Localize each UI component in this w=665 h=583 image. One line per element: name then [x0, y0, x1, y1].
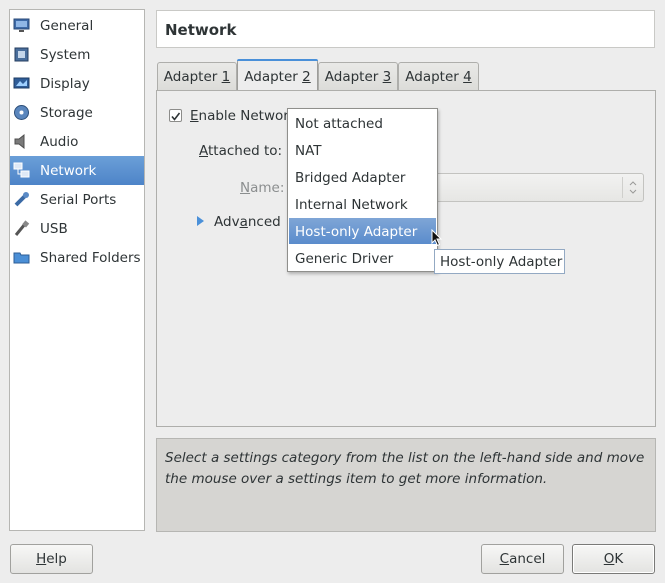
- tab-mnemonic: 4: [463, 69, 472, 85]
- button-mnemonic: O: [603, 551, 615, 567]
- sidebar-item-label: Display: [40, 75, 90, 92]
- tab-label: Adapter: [244, 69, 303, 85]
- info-line-2: the mouse over a settings item to get mo…: [165, 471, 548, 487]
- sidebar-item-usb[interactable]: USB: [10, 214, 144, 243]
- attached-to-dropdown-menu[interactable]: Not attached NAT Bridged Adapter Interna…: [287, 108, 438, 272]
- option-bridged-adapter[interactable]: Bridged Adapter: [289, 164, 436, 190]
- button-label: K: [614, 551, 624, 567]
- label-mnemonic: A: [199, 143, 208, 159]
- sidebar-item-serial-ports[interactable]: Serial Ports: [10, 185, 144, 214]
- tab-mnemonic: 3: [382, 69, 392, 85]
- advanced-expander-icon[interactable]: [196, 215, 206, 231]
- label-mnemonic: N: [240, 180, 251, 196]
- option-not-attached[interactable]: Not attached: [289, 110, 436, 136]
- button-label: elp: [46, 551, 67, 567]
- folder-icon: [13, 249, 30, 266]
- tab-adapter-4[interactable]: Adapter 4: [398, 62, 479, 90]
- name-label: Name:: [240, 180, 284, 196]
- attached-to-label: Attached to:: [199, 143, 282, 159]
- label-rest: nced: [247, 214, 281, 230]
- sidebar-item-label: Shared Folders: [40, 249, 141, 266]
- tab-adapter-3[interactable]: Adapter 3: [318, 62, 398, 90]
- label-rest: nable Networ: [198, 108, 289, 124]
- chip-icon: [13, 46, 30, 63]
- tab-adapter-2[interactable]: Adapter 2: [237, 59, 318, 91]
- option-nat[interactable]: NAT: [289, 137, 436, 163]
- sidebar-item-display[interactable]: Display: [10, 69, 144, 98]
- page-title: Network: [156, 10, 655, 48]
- display-icon: [13, 75, 30, 92]
- tab-mnemonic: 1: [221, 69, 231, 85]
- tab-label: Adapter: [163, 69, 222, 85]
- option-generic-driver[interactable]: Generic Driver: [289, 245, 436, 271]
- speaker-icon: [13, 133, 30, 150]
- tab-label: Adapter: [324, 69, 383, 85]
- monitor-icon: [13, 17, 30, 34]
- settings-category-list[interactable]: General System Display Storage Audio Net…: [9, 9, 145, 531]
- help-info-box: Select a settings category from the list…: [156, 438, 656, 532]
- sidebar-item-network[interactable]: Network: [10, 156, 144, 185]
- label-prefix: Adv: [214, 214, 240, 230]
- button-mnemonic: C: [499, 551, 510, 567]
- usb-icon: [13, 220, 30, 237]
- enable-network-label[interactable]: Enable Networ: [190, 108, 289, 124]
- serial-port-icon: [13, 191, 30, 208]
- info-line-1: Select a settings category from the list…: [165, 450, 645, 466]
- advanced-expander[interactable]: Advanced: [214, 214, 281, 230]
- sidebar-item-label: USB: [40, 220, 68, 237]
- tab-label: Adapter: [405, 69, 464, 85]
- label-mnemonic: a: [239, 214, 248, 230]
- tab-mnemonic: 2: [302, 69, 311, 85]
- option-host-only-adapter[interactable]: Host-only Adapter: [289, 218, 436, 244]
- disk-icon: [13, 104, 30, 121]
- sidebar-item-label: Audio: [40, 133, 79, 150]
- label-rest: ttached to:: [208, 143, 283, 159]
- network-icon: [13, 162, 30, 179]
- cancel-button[interactable]: Cancel: [481, 544, 564, 574]
- sidebar-item-label: Network: [40, 162, 97, 179]
- sidebar-item-storage[interactable]: Storage: [10, 98, 144, 127]
- sidebar-item-general[interactable]: General: [10, 11, 144, 40]
- button-label: ancel: [509, 551, 546, 567]
- help-button[interactable]: Help: [10, 544, 93, 574]
- checkmark-icon: [171, 112, 181, 121]
- tooltip: Host-only Adapter: [434, 249, 565, 274]
- tab-adapter-1[interactable]: Adapter 1: [157, 62, 237, 90]
- label-rest: ame:: [250, 180, 285, 196]
- sidebar-item-label: General: [40, 17, 94, 34]
- sidebar-item-label: Storage: [40, 104, 93, 121]
- sidebar-item-label: Serial Ports: [40, 191, 117, 208]
- label-mnemonic: E: [190, 108, 199, 124]
- ok-button[interactable]: OK: [572, 544, 655, 574]
- sidebar-item-system[interactable]: System: [10, 40, 144, 69]
- sidebar-item-audio[interactable]: Audio: [10, 127, 144, 156]
- button-mnemonic: H: [36, 551, 47, 567]
- enable-network-checkbox[interactable]: [169, 109, 182, 122]
- sidebar-item-label: System: [40, 46, 91, 63]
- mouse-cursor-icon: [431, 228, 443, 251]
- combo-arrows-icon: [622, 177, 643, 198]
- option-internal-network[interactable]: Internal Network: [289, 191, 436, 217]
- sidebar-item-shared-folders[interactable]: Shared Folders: [10, 243, 144, 272]
